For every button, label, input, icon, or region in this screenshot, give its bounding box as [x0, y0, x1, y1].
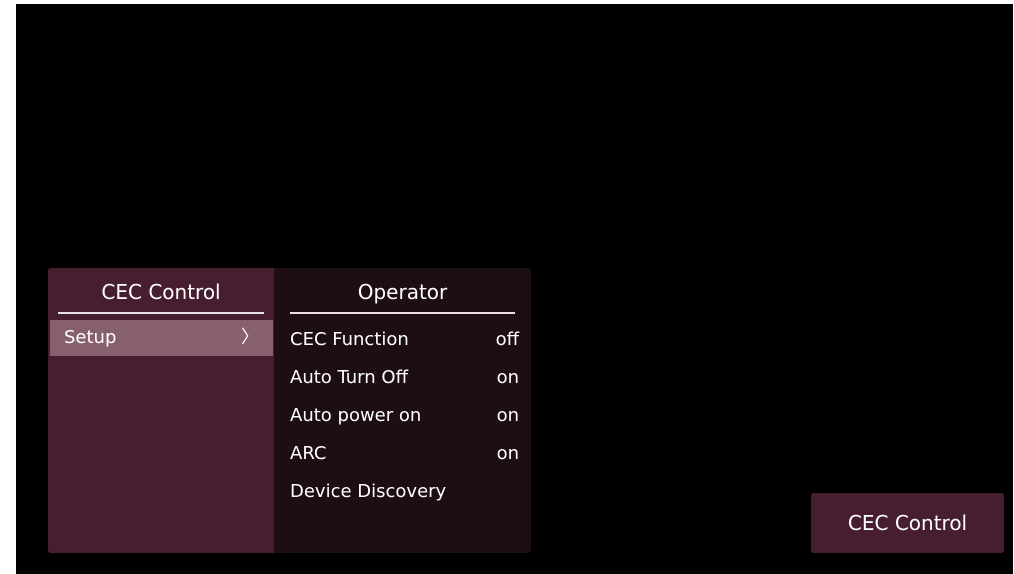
cec-menu-title: CEC Control — [58, 280, 264, 314]
option-label: Device Discovery — [290, 481, 447, 502]
chevron-right-icon: 〉 — [241, 327, 259, 348]
cec-control-status: CEC Control — [811, 493, 1004, 553]
cec-menu-panel: CEC Control Setup 〉 — [48, 268, 274, 553]
option-label: CEC Function — [290, 329, 409, 350]
option-arc[interactable]: ARC on — [290, 440, 519, 468]
operator-title: Operator — [290, 280, 515, 314]
operator-panel: Operator CEC Function off Auto Turn Off … — [274, 268, 531, 553]
option-auto-turn-off[interactable]: Auto Turn Off on — [290, 364, 519, 392]
option-value: off — [495, 329, 519, 350]
option-auto-power-on[interactable]: Auto power on on — [290, 402, 519, 430]
tv-screen: CEC Control Setup 〉 Operator CEC Functio… — [16, 4, 1013, 574]
option-value: on — [496, 443, 519, 464]
option-label: Auto power on — [290, 405, 422, 426]
option-value: on — [496, 367, 519, 388]
option-label: ARC — [290, 443, 327, 464]
option-device-discovery[interactable]: Device Discovery — [290, 478, 519, 506]
menu-item-setup[interactable]: Setup 〉 — [50, 320, 273, 356]
menu-item-label: Setup — [64, 327, 117, 348]
option-cec-function[interactable]: CEC Function off — [290, 326, 519, 354]
option-value: on — [496, 405, 519, 426]
option-label: Auto Turn Off — [290, 367, 408, 388]
